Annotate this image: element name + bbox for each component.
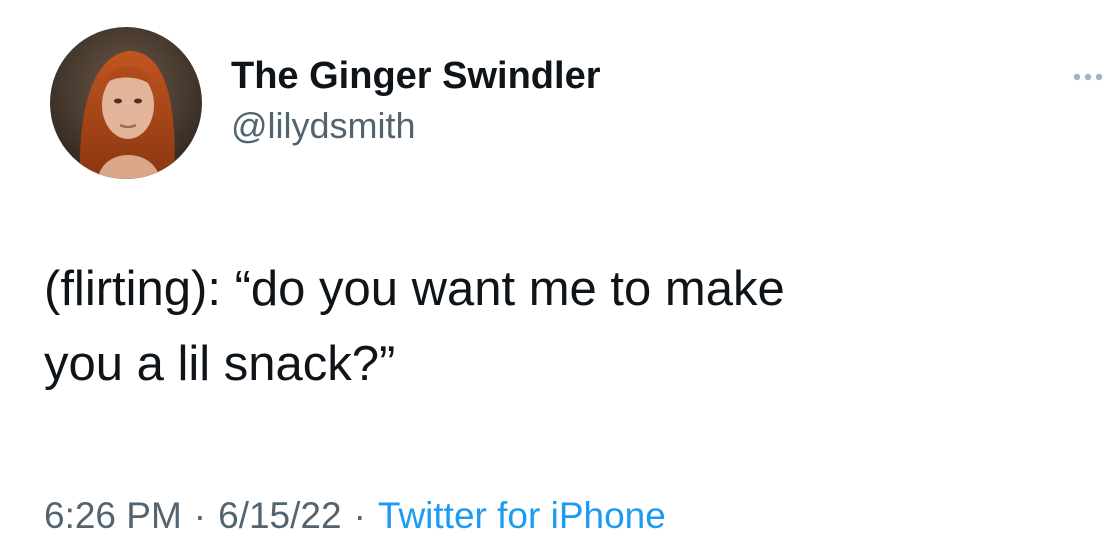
tweet-metadata: 6:26 PM · 6/15/22 · Twitter for iPhone — [44, 493, 666, 539]
tweet-text: (flirting): “do you want me to make you … — [44, 262, 785, 391]
user-handle[interactable]: @lilydsmith — [231, 104, 601, 148]
meta-separator: · — [193, 495, 207, 536]
more-options-icon — [1073, 73, 1103, 81]
avatar[interactable] — [50, 27, 202, 179]
more-options-button[interactable] — [1068, 62, 1108, 92]
tweet-source-link[interactable]: Twitter for iPhone — [378, 495, 666, 536]
tweet-time[interactable]: 6:26 PM — [44, 495, 182, 536]
tweet: The Ginger Swindler @lilydsmith (flirtin… — [0, 0, 1111, 554]
display-name[interactable]: The Ginger Swindler — [231, 52, 601, 100]
author-block: The Ginger Swindler @lilydsmith — [231, 52, 601, 148]
profile-photo-icon — [50, 27, 202, 179]
tweet-date[interactable]: 6/15/22 — [218, 495, 341, 536]
meta-separator: · — [353, 495, 366, 536]
